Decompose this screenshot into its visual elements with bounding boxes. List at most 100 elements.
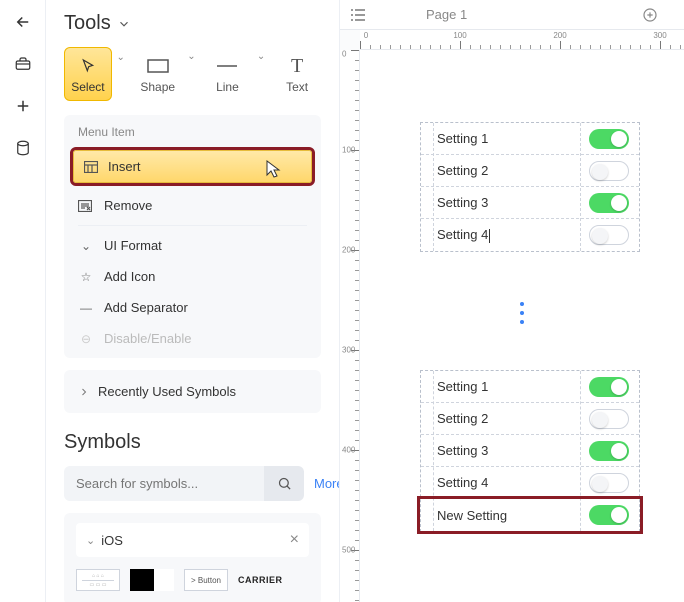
tool-select[interactable]: Select ⌄ [64, 47, 112, 101]
database-icon[interactable] [13, 138, 33, 158]
tool-shape[interactable]: Shape ⌄ [134, 47, 182, 101]
left-rail [0, 0, 46, 602]
symbol-library-card: ⌄ iOS × ⌂ ⌂ ⌂ ▭ ▭ ▭ > Button CARRIER [64, 513, 321, 602]
menu-label: Add Icon [104, 269, 155, 284]
recent-card: Recently Used Symbols [64, 370, 321, 413]
menu-add-icon[interactable]: ☆ Add Icon [64, 261, 321, 292]
separator-icon: — [78, 301, 94, 315]
canvas[interactable]: Setting 1 Setting 2 Setting 3 Setting 4 Set… [360, 50, 684, 602]
new-row-highlight [417, 496, 643, 534]
symbol-label: > Button [191, 576, 221, 585]
ruler-label: 400 [342, 446, 355, 455]
page-tab[interactable]: Page 1 [376, 7, 517, 22]
symbol-row: ⌂ ⌂ ⌂ ▭ ▭ ▭ > Button CARRIER [76, 569, 309, 591]
chevron-right-icon [78, 386, 90, 398]
menu-label: Remove [104, 198, 152, 213]
chevron-down-icon[interactable]: ⌄ [187, 51, 195, 62]
setting-label: Setting 4 [437, 475, 488, 490]
chevron-down-icon[interactable]: ⌄ [257, 51, 265, 62]
search-input[interactable] [64, 466, 264, 501]
panel-title[interactable]: Tools [64, 12, 321, 35]
panel-title-label: Tools [64, 12, 111, 35]
settings-row[interactable]: Setting 2 [421, 155, 639, 187]
menu-disable-enable[interactable]: ⊖ Disable/Enable [64, 323, 321, 354]
ruler-vertical[interactable]: 0 100 200 300 400 500 [340, 50, 360, 602]
toggle-switch[interactable] [589, 377, 629, 397]
settings-row[interactable]: Setting 3 [421, 187, 639, 219]
symbol-battery[interactable] [130, 569, 174, 591]
toggle-switch[interactable] [589, 441, 629, 461]
ruler-label: 100 [453, 31, 466, 40]
ruler-horizontal[interactable]: 0 100 200 300 [360, 30, 684, 50]
toggle-switch[interactable] [589, 193, 629, 213]
chevron-down-icon: ⌄ [78, 239, 94, 253]
back-icon[interactable] [13, 12, 33, 32]
tool-label: Line [216, 80, 239, 94]
symbols-title: Symbols [64, 431, 321, 454]
toggle-switch[interactable] [589, 473, 629, 493]
search-button[interactable] [264, 466, 304, 501]
library-name: iOS [101, 533, 123, 548]
menu-add-separator[interactable]: — Add Separator [64, 292, 321, 323]
symbol-button[interactable]: > Button [184, 569, 228, 591]
setting-label: Setting 2 [437, 163, 488, 178]
tab-label: Page 1 [426, 7, 467, 22]
page-tabs: Page 1 [340, 0, 684, 30]
settings-row[interactable]: Setting 1 [421, 123, 639, 155]
vertical-dots-icon [520, 302, 524, 324]
menu-ui-format[interactable]: ⌄ UI Format [64, 230, 321, 261]
menu-label: Add Separator [104, 300, 188, 315]
menu-header: Menu Item [64, 125, 321, 147]
toggle-switch[interactable] [589, 129, 629, 149]
more-link[interactable]: More [314, 476, 340, 491]
toolbox-icon[interactable] [13, 54, 33, 74]
chevron-down-icon [117, 17, 131, 31]
setting-label: Setting 2 [437, 411, 488, 426]
settings-row[interactable]: Setting 4 [421, 219, 639, 251]
settings-row[interactable]: Setting 3 [421, 435, 639, 467]
settings-mock-before[interactable]: Setting 1 Setting 2 Setting 3 Setting 4 [420, 122, 640, 252]
chevron-down-icon[interactable]: ⌄ [116, 52, 124, 63]
menu-insert[interactable]: Insert [73, 150, 312, 183]
tools-panel: Tools Select ⌄ Shape ⌄ Line ⌄ T Text [46, 0, 340, 602]
menu-label: Disable/Enable [104, 331, 191, 346]
setting-label: Setting 1 [437, 379, 488, 394]
insert-highlight: Insert [70, 147, 315, 186]
toggle-switch[interactable] [589, 409, 629, 429]
settings-row[interactable]: Setting 1 [421, 371, 639, 403]
tool-label: Text [286, 80, 308, 94]
symbol-carrier[interactable]: CARRIER [238, 575, 283, 585]
toggle-switch[interactable] [589, 225, 629, 245]
insert-icon [84, 161, 98, 173]
recent-symbols[interactable]: Recently Used Symbols [64, 378, 321, 405]
menu-item-card: Menu Item Insert Remove ⌄ UI Format [64, 115, 321, 358]
rectangle-icon [147, 54, 169, 78]
add-page-button[interactable] [632, 7, 668, 23]
settings-row[interactable]: Setting 4 [421, 467, 639, 499]
settings-row[interactable]: Setting 2 [421, 403, 639, 435]
setting-label: Setting 4 [437, 227, 490, 243]
tool-line[interactable]: Line ⌄ [204, 47, 252, 101]
pages-list-icon[interactable] [340, 8, 376, 22]
ruler-label: 100 [342, 146, 355, 155]
symbol-library-header[interactable]: ⌄ iOS × [76, 523, 309, 557]
toggle-switch[interactable] [589, 161, 629, 181]
menu-label: Insert [108, 159, 141, 174]
plus-icon[interactable] [13, 96, 33, 116]
recent-label: Recently Used Symbols [98, 384, 236, 399]
stage: 0 100 200 300 400 500 Setting 1 Setting 2… [340, 50, 684, 602]
ruler-label: 200 [342, 246, 355, 255]
setting-label: Setting 3 [437, 195, 488, 210]
ruler-label: 500 [342, 546, 355, 555]
tool-text[interactable]: T Text [273, 47, 321, 101]
cursor-icon [80, 54, 96, 78]
close-icon[interactable]: × [290, 531, 299, 549]
symbol-keyboard[interactable]: ⌂ ⌂ ⌂ ▭ ▭ ▭ [76, 569, 120, 591]
tool-label: Select [71, 80, 104, 94]
disable-icon: ⊖ [78, 332, 94, 346]
menu-remove[interactable]: Remove [64, 190, 321, 221]
search-row: More [64, 466, 321, 501]
search-box [64, 466, 304, 501]
ruler-label: 0 [342, 50, 346, 59]
canvas-area: Page 1 0 100 200 300 0 100 200 300 400 5… [340, 0, 684, 602]
